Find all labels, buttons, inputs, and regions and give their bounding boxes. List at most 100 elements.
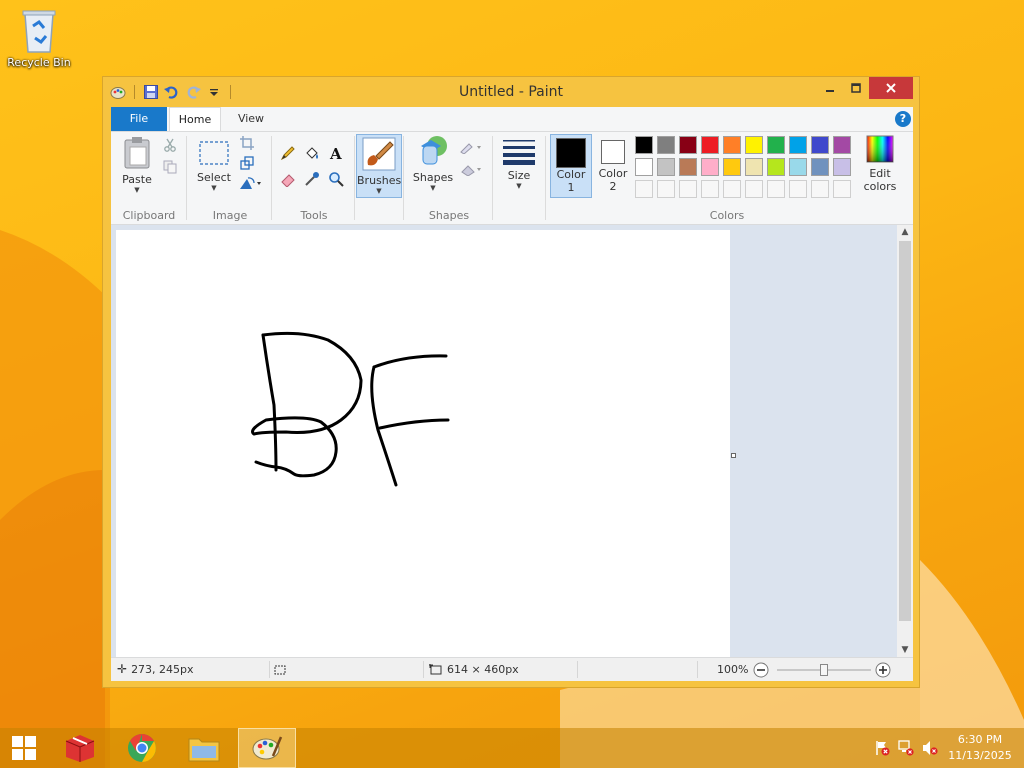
status-separator [697,661,698,678]
palette-custom-slot[interactable] [723,180,741,198]
palette-custom-slot[interactable] [701,180,719,198]
zoom-slider[interactable] [777,664,871,676]
pencil-icon[interactable] [279,144,297,162]
palette-color-swatch[interactable] [789,136,807,154]
text-icon[interactable]: A [327,144,345,162]
select-label: Select [197,171,231,184]
volume-muted-icon[interactable] [922,740,938,756]
palette-color-swatch[interactable] [767,158,785,176]
brushes-dropdown-icon: ▼ [376,187,382,195]
taskbar-paint[interactable] [238,728,296,768]
zoom-level: 100% [717,663,749,676]
palette-color-swatch[interactable] [811,158,829,176]
palette-color-swatch[interactable] [657,158,675,176]
palette-custom-slot[interactable] [745,180,763,198]
palette-custom-slot[interactable] [657,180,675,198]
group-separator [492,136,493,220]
network-icon[interactable] [898,740,914,756]
brushes-button[interactable]: Brushes ▼ [356,134,402,198]
shapes-button[interactable]: Shapes ▼ [411,134,455,192]
palette-color-swatch[interactable] [811,136,829,154]
eraser-icon[interactable] [279,170,297,188]
palette-color-swatch[interactable] [833,136,851,154]
brushes-label: Brushes [357,174,402,187]
palette-color-swatch[interactable] [701,158,719,176]
minimize-button[interactable] [817,77,843,99]
scroll-up-icon[interactable]: ▲ [897,225,913,239]
taskbar-file-explorer[interactable] [176,728,232,768]
palette-color-swatch[interactable] [789,158,807,176]
tab-view[interactable]: View [227,107,275,131]
vertical-scrollbar[interactable]: ▲ ▼ [897,225,913,657]
zoom-out-icon [753,662,769,678]
scroll-thumb[interactable] [899,241,911,621]
edit-colors-button[interactable]: Edit colors [859,134,901,193]
resize-icon[interactable] [238,154,256,172]
color-picker-icon[interactable] [303,170,321,188]
zoom-in-icon [875,662,891,678]
start-button[interactable] [0,728,48,768]
zoom-slider-thumb[interactable] [820,664,828,676]
palette-color-swatch[interactable] [635,136,653,154]
cut-icon[interactable] [161,136,179,154]
paint-palette-icon [252,736,283,760]
paste-button[interactable]: Paste ▼ [115,136,159,194]
zoom-out-button[interactable] [753,662,769,678]
color2-button[interactable]: Color 2 [593,134,633,198]
palette-color-swatch[interactable] [767,136,785,154]
tab-file[interactable]: File [111,107,167,131]
minimize-icon [826,90,834,92]
zoom-in-button[interactable] [875,662,891,678]
rotate-icon[interactable] [238,174,264,192]
taskbar-clock[interactable]: 6:30 PM 11/13/2025 [940,732,1020,764]
image-group: Select ▼ Image [188,134,272,222]
palette-color-swatch[interactable] [657,136,675,154]
scroll-down-icon[interactable]: ▼ [897,643,913,657]
size-button[interactable]: Size ▼ [498,138,540,190]
palette-color-swatch[interactable] [701,136,719,154]
palette-color-swatch[interactable] [745,158,763,176]
tab-home[interactable]: Home [169,107,221,131]
fill-icon[interactable] [303,144,321,162]
paste-dropdown-icon: ▼ [134,186,140,194]
group-separator [545,136,546,220]
maximize-button[interactable] [843,77,869,99]
selection-size [273,658,287,681]
close-button[interactable] [869,77,913,99]
palette-color-swatch[interactable] [679,136,697,154]
recycle-bin-shortcut[interactable]: Recycle Bin [4,6,74,69]
fill-shape-icon[interactable] [459,160,485,178]
palette-color-swatch[interactable] [679,158,697,176]
copy-icon[interactable] [161,158,179,176]
palette-color-swatch[interactable] [745,136,763,154]
outline-icon[interactable] [459,138,485,156]
action-center-icon[interactable] [874,740,890,756]
size-group: Size ▼ [494,134,546,222]
resize-handle-right[interactable] [731,453,736,458]
taskbar-chrome[interactable] [114,728,170,768]
help-button[interactable]: ? [895,111,911,127]
cursor-move-icon: ✛ [117,662,128,676]
palette-custom-slot[interactable] [635,180,653,198]
title-bar[interactable]: Untitled - Paint [103,77,919,107]
palette-custom-slot[interactable] [789,180,807,198]
select-button[interactable]: Select ▼ [194,136,234,192]
color1-button[interactable]: Color 1 [550,134,592,198]
palette-custom-slot[interactable] [767,180,785,198]
taskbar-app-box[interactable] [52,728,108,768]
canvas-size-icon [429,664,442,675]
magnifier-icon[interactable] [327,170,345,188]
palette-custom-slot[interactable] [679,180,697,198]
palette-color-swatch[interactable] [723,136,741,154]
drawing-canvas[interactable] [116,230,730,657]
crop-icon[interactable] [238,134,256,152]
ribbon-tab-bar: File Home View ? [111,107,913,131]
palette-color-swatch[interactable] [723,158,741,176]
palette-color-swatch[interactable] [833,158,851,176]
palette-custom-slot[interactable] [833,180,851,198]
status-separator [423,661,424,678]
palette-color-swatch[interactable] [635,158,653,176]
palette-custom-slot[interactable] [811,180,829,198]
color2-label-line2: 2 [609,180,617,193]
clipboard-group: Paste ▼ Clipboard [111,134,187,222]
